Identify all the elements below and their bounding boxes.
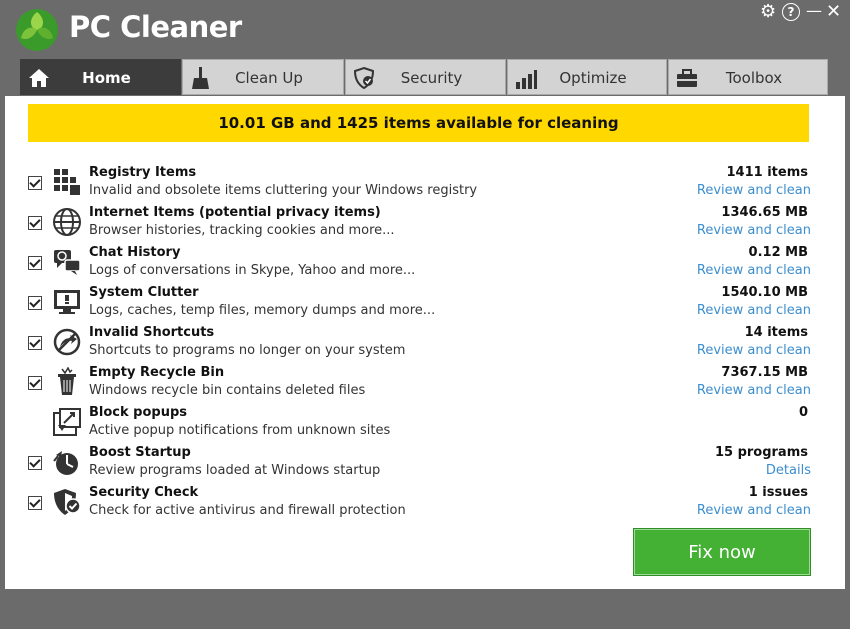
item-row-chat: Chat History Logs of conversations in Sk… xyxy=(5,245,845,285)
internet-desc: Browser histories, tracking cookies and … xyxy=(89,223,395,238)
home-panel: 10.01 GB and 1425 items available for cl… xyxy=(5,96,845,589)
security-check-value: 1 issues xyxy=(748,485,808,500)
tab-home-label: Home xyxy=(82,69,131,87)
item-row-invalid-shortcuts: Invalid Shortcuts Shortcuts to programs … xyxy=(5,325,845,365)
item-row-registry: Registry Items Invalid and obsolete item… xyxy=(5,165,845,205)
block-popups-title: Block popups xyxy=(89,405,188,420)
recycle-bin-title: Empty Recycle Bin xyxy=(89,365,225,380)
item-row-security-check: Security Check Check for active antiviru… xyxy=(5,485,845,525)
invalid-shortcuts-desc: Shortcuts to programs no longer on your … xyxy=(89,343,406,358)
item-row-boost-startup: Boost Startup Review programs loaded at … xyxy=(5,445,845,485)
security-check-checkbox[interactable] xyxy=(28,496,42,510)
tab-clean-up[interactable]: Clean Up xyxy=(182,59,344,95)
internet-review-link[interactable]: Review and clean xyxy=(697,223,811,238)
invalid-shortcuts-title: Invalid Shortcuts xyxy=(89,325,215,340)
item-row-system-clutter: System Clutter Logs, caches, temp files,… xyxy=(5,285,845,325)
chat-value: 0.12 MB xyxy=(748,245,808,260)
internet-value: 1346.65 MB xyxy=(721,205,808,220)
system-clutter-checkbox[interactable] xyxy=(28,296,42,310)
tab-toolbox-label: Toolbox xyxy=(725,69,783,87)
tab-clean-up-label: Clean Up xyxy=(235,69,303,87)
tab-security-label: Security xyxy=(400,69,463,87)
help-icon[interactable]: ? xyxy=(782,3,800,21)
internet-checkbox[interactable] xyxy=(28,216,42,230)
item-row-internet: Internet Items (potential privacy items)… xyxy=(5,205,845,245)
boost-startup-value: 15 programs xyxy=(714,445,808,460)
title-bar: PC Cleaner ⚙ ? — ✕ xyxy=(0,0,850,59)
globe-icon xyxy=(53,208,81,236)
invalid-shortcuts-value: 14 items xyxy=(744,325,808,340)
startup-icon xyxy=(53,451,78,475)
recycle-bin-review-link[interactable]: Review and clean xyxy=(697,383,811,398)
block-popups-desc: Active popup notifications from unknown … xyxy=(89,423,391,438)
system-clutter-title: System Clutter xyxy=(89,285,199,300)
recycle-bin-icon xyxy=(58,367,76,395)
app-logo-icon xyxy=(16,9,58,51)
app-title: PC Cleaner xyxy=(69,10,242,44)
minimize-icon[interactable]: — xyxy=(806,2,822,20)
registry-value: 1411 items xyxy=(726,165,808,180)
registry-icon xyxy=(54,169,80,195)
tab-security[interactable]: Security xyxy=(345,59,506,95)
chat-title: Chat History xyxy=(89,245,181,260)
settings-icon[interactable]: ⚙ xyxy=(760,3,776,21)
registry-title: Registry Items xyxy=(89,165,197,180)
chat-review-link[interactable]: Review and clean xyxy=(697,263,811,278)
boost-startup-details-link[interactable]: Details xyxy=(766,463,811,478)
recycle-bin-desc: Windows recycle bin contains deleted fil… xyxy=(89,383,366,398)
main-tabs: Home Clean Up Security Optimize Toolbox xyxy=(20,59,828,96)
chat-desc: Logs of conversations in Skype, Yahoo an… xyxy=(89,263,416,278)
registry-desc: Invalid and obsolete items cluttering yo… xyxy=(89,183,478,198)
tab-home[interactable]: Home xyxy=(20,59,181,95)
summary-banner: 10.01 GB and 1425 items available for cl… xyxy=(28,104,809,142)
security-check-title: Security Check xyxy=(89,485,199,500)
system-clutter-desc: Logs, caches, temp files, memory dumps a… xyxy=(89,303,436,318)
chat-checkbox[interactable] xyxy=(28,256,42,270)
recycle-bin-checkbox[interactable] xyxy=(28,376,42,390)
registry-review-link[interactable]: Review and clean xyxy=(697,183,811,198)
security-shield-icon xyxy=(54,489,81,515)
fix-now-button[interactable]: Fix now xyxy=(633,528,811,576)
chat-icon xyxy=(54,250,81,275)
system-clutter-review-link[interactable]: Review and clean xyxy=(697,303,811,318)
invalid-shortcuts-checkbox[interactable] xyxy=(28,336,42,350)
boost-startup-title: Boost Startup xyxy=(89,445,191,460)
monitor-icon xyxy=(54,290,80,314)
popup-icon xyxy=(53,408,81,436)
security-check-review-link[interactable]: Review and clean xyxy=(697,503,811,518)
registry-checkbox[interactable] xyxy=(28,176,42,190)
item-row-block-popups: Block popups Active popup notifications … xyxy=(5,405,845,445)
system-clutter-value: 1540.10 MB xyxy=(721,285,808,300)
shortcut-icon xyxy=(53,328,81,356)
close-icon[interactable]: ✕ xyxy=(826,3,841,21)
boost-startup-checkbox[interactable] xyxy=(28,456,42,470)
tab-optimize-label: Optimize xyxy=(559,69,627,87)
tab-optimize[interactable]: Optimize xyxy=(507,59,667,95)
invalid-shortcuts-review-link[interactable]: Review and clean xyxy=(697,343,811,358)
recycle-bin-value: 7367.15 MB xyxy=(721,365,808,380)
item-row-recycle-bin: Empty Recycle Bin Windows recycle bin co… xyxy=(5,365,845,405)
internet-title: Internet Items (potential privacy items) xyxy=(89,205,381,220)
tab-toolbox[interactable]: Toolbox xyxy=(668,59,828,95)
boost-startup-desc: Review programs loaded at Windows startu… xyxy=(89,463,381,478)
security-check-desc: Check for active antivirus and firewall … xyxy=(89,503,406,518)
block-popups-value: 0 xyxy=(798,405,808,420)
